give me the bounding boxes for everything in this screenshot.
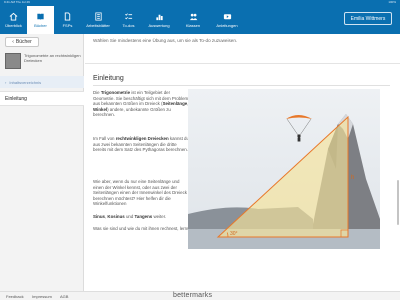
nav-label: Bücher [34, 23, 47, 28]
nav-evaluation[interactable]: Auswertung [142, 6, 176, 34]
footer: Feedback Impressum AGB bettermarks [0, 291, 400, 300]
divider [85, 63, 400, 64]
height-label: h [351, 175, 354, 181]
top-navigation-bar: 9:41 AM Thu Jul 29 100% Überblick Bücher… [0, 0, 400, 34]
checklist-icon [124, 12, 133, 21]
nav-label: Überblick [5, 23, 22, 28]
paragraph-3: Wie aber, wenn du nur eine Seitenlänge u… [93, 179, 187, 207]
assign-instruction: Wählen Sie mindestens eine Übung aus, um… [93, 38, 238, 43]
brand-logo: bettermarks [173, 292, 213, 299]
paragraph-2: Im Fall von rechtwinkligen Dreiecken kan… [93, 136, 189, 153]
chevron-right-icon: › [5, 79, 7, 85]
back-label: Bücher [15, 39, 32, 45]
divider [93, 85, 390, 86]
nav-worksheets[interactable]: Arbeitsblätter [81, 6, 115, 34]
table-of-contents-toggle[interactable]: › Inhaltsverzeichnis [0, 76, 84, 88]
nav-fsps[interactable]: FSPs [54, 6, 81, 34]
user-menu-button[interactable]: Emilia Wittmers [344, 12, 392, 25]
nav-label: FSPs [62, 23, 73, 28]
nav-label: Auswertung [148, 23, 170, 28]
sidebar-item-einleitung[interactable]: Einleitung [0, 91, 84, 106]
home-icon [9, 12, 18, 21]
nav-items: Überblick Bücher FSPs Arbeitsblätter To-… [0, 6, 244, 34]
people-icon [189, 12, 198, 21]
nav-books[interactable]: Bücher [27, 6, 54, 34]
angle-label: 30° [230, 231, 238, 237]
battery-status: 100% [388, 0, 396, 4]
nav-label: Arbeitsblätter [86, 23, 110, 28]
scrollbar[interactable] [397, 180, 399, 225]
nav-classes[interactable]: Klassen [176, 6, 210, 34]
nav-todos[interactable]: To-dos [115, 6, 142, 34]
nav-label: To-dos [122, 23, 135, 28]
paraglider-mountain-illustration: 30° h [188, 89, 380, 249]
nav-label: Klassen [185, 23, 201, 28]
paragraph-1: Die Trigonometrie ist ein Teilgebiet der… [93, 90, 190, 118]
video-icon [223, 12, 232, 21]
page-title: Einleitung [93, 75, 124, 82]
back-button[interactable]: ‹ Bücher [5, 37, 39, 47]
book-title: Trigonometrie an rechtwinkligen Dreiecke… [24, 53, 81, 63]
agb-link[interactable]: AGB [60, 294, 68, 299]
nav-overview[interactable]: Überblick [0, 6, 27, 34]
nav-guides[interactable]: Anleitungen [210, 6, 244, 34]
chevron-left-icon: ‹ [12, 39, 14, 45]
nav-label: Anleitungen [216, 23, 238, 28]
worksheet-icon [94, 12, 103, 21]
feedback-link[interactable]: Feedback [6, 294, 24, 299]
book-thumbnail [5, 53, 21, 69]
chart-icon [155, 12, 164, 21]
document-icon [63, 12, 72, 21]
impressum-link[interactable]: Impressum [32, 294, 52, 299]
main-content: Wählen Sie mindestens eine Übung aus, um… [85, 34, 400, 291]
sidebar: ‹ Bücher Trigonometrie an rechtwinkligen… [0, 34, 84, 291]
toc-label: Inhaltsverzeichnis [9, 79, 42, 85]
book-icon [36, 12, 45, 21]
